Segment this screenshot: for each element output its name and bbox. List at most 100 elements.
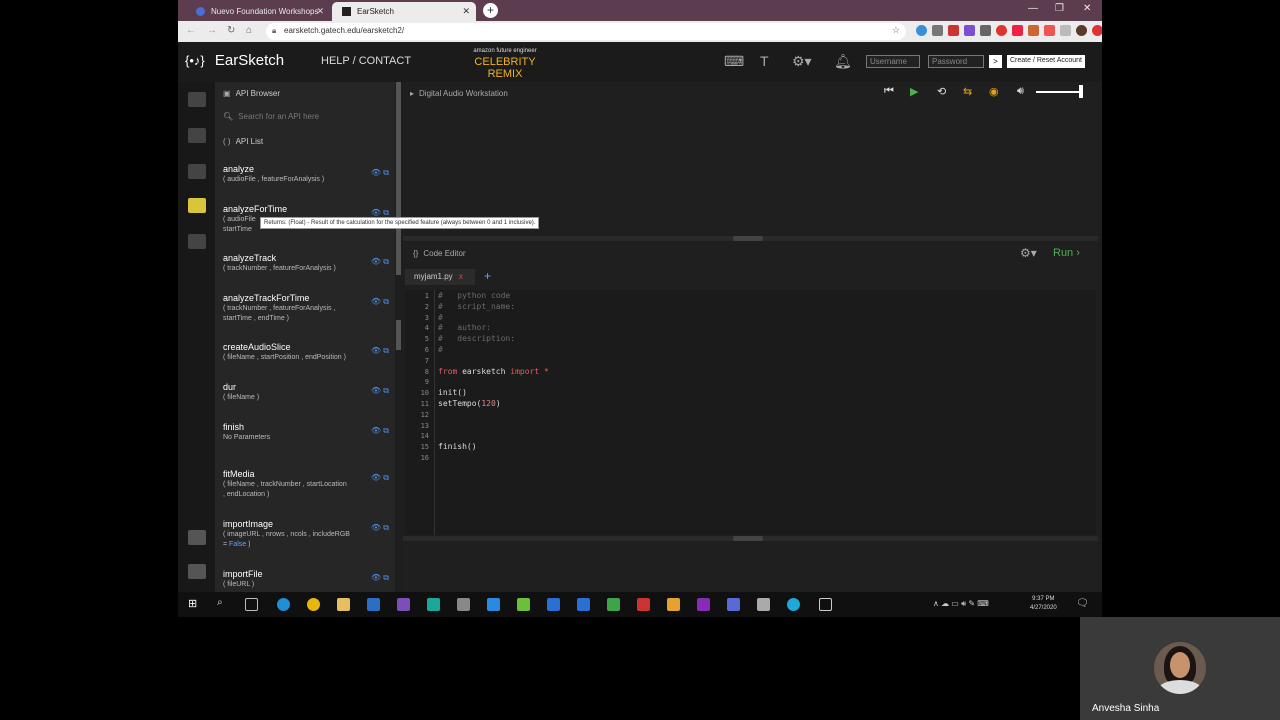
edge-dev-icon[interactable]: [787, 598, 800, 611]
close-tab-icon[interactable]: ✕: [316, 6, 324, 17]
volume-icon[interactable]: 🔊︎: [1017, 85, 1024, 98]
sounds-browser-icon[interactable]: [188, 92, 206, 107]
login-button[interactable]: >: [989, 55, 1002, 68]
api-action-icons[interactable]: 👁︎ ⧉: [371, 297, 389, 307]
api-action-icons[interactable]: 👁︎ ⧉: [371, 573, 389, 583]
editor-settings-gear-icon[interactable]: ⚙▾: [1020, 246, 1037, 260]
file-explorer-icon[interactable]: [337, 598, 350, 611]
api-item-dur[interactable]: dur ( fileName ) 👁︎ ⧉: [223, 382, 393, 402]
help-contact-link[interactable]: HELP / CONTACT: [321, 55, 411, 67]
extension-icon[interactable]: [948, 25, 959, 36]
minimize-icon[interactable]: —: [1028, 3, 1038, 14]
play-icon[interactable]: ▶: [910, 85, 918, 98]
visual-studio-icon[interactable]: [397, 598, 410, 611]
api-browser-icon[interactable]: [188, 198, 206, 213]
edge-icon[interactable]: [277, 598, 290, 611]
restore-icon[interactable]: ❐: [1055, 3, 1064, 14]
forward-icon[interactable]: →: [207, 25, 217, 36]
api-item-analyzetrackfortime[interactable]: analyzeTrackForTime ( trackNumber , feat…: [223, 293, 393, 323]
close-window-icon[interactable]: ✕: [1083, 3, 1091, 14]
extension-icon[interactable]: [1044, 25, 1055, 36]
app-icon[interactable]: [607, 598, 620, 611]
notification-bell-icon[interactable]: 🔔︎: [834, 53, 852, 70]
scrollbar-thumb[interactable]: [396, 82, 401, 275]
api-action-icons[interactable]: 👁︎ ⧉: [371, 257, 389, 267]
resize-handle[interactable]: [733, 236, 763, 241]
api-item-analyzetrack[interactable]: analyzeTrack ( trackNumber , featureForA…: [223, 253, 393, 273]
app-icon[interactable]: [637, 598, 650, 611]
password-input[interactable]: Password: [928, 55, 984, 68]
outlook-icon[interactable]: [367, 598, 380, 611]
editor-console-divider[interactable]: [403, 536, 1098, 541]
system-tray[interactable]: ∧ ☁ ▭ 🔊︎ ✎ ⌨: [933, 599, 989, 609]
vscode-icon[interactable]: [487, 598, 500, 611]
curriculum-book-icon[interactable]: [188, 234, 206, 249]
celebrity-remix-link[interactable]: amazon future engineer CELEBRITY REMIX: [459, 48, 551, 80]
rewind-icon[interactable]: ⏮: [884, 85, 894, 98]
run-button[interactable]: Run ›: [1053, 247, 1080, 259]
extension-icon[interactable]: [1012, 25, 1023, 36]
api-browser-scrollbar[interactable]: [396, 82, 401, 592]
app-icon[interactable]: [577, 598, 590, 611]
volume-slider-track[interactable]: [1036, 91, 1081, 93]
daw-title[interactable]: ▸ Digital Audio Workstation: [410, 89, 508, 98]
api-item-importimage[interactable]: importImage ( imageURL , nrows , ncols ,…: [223, 519, 393, 549]
add-file-icon[interactable]: +: [484, 269, 491, 283]
api-search-input[interactable]: 🔍︎ Search for an API here: [223, 112, 319, 121]
url-input[interactable]: 🔒︎ earsketch.gatech.edu/earsketch2/ ☆: [266, 23, 906, 40]
extension-icon[interactable]: [916, 25, 927, 36]
app-icon[interactable]: [757, 598, 770, 611]
api-action-icons[interactable]: 👁︎ ⧉: [371, 473, 389, 483]
metronome-icon[interactable]: ◉: [989, 85, 999, 98]
extension-icon[interactable]: [980, 25, 991, 36]
app-icon[interactable]: [517, 598, 530, 611]
shared-scripts-icon[interactable]: [188, 164, 206, 179]
create-reset-account-button[interactable]: Create / Reset Account: [1007, 55, 1085, 68]
terminal-icon[interactable]: [819, 598, 832, 611]
scripts-browser-icon[interactable]: [188, 128, 206, 143]
extension-icon[interactable]: [964, 25, 975, 36]
bookmark-star-icon[interactable]: ☆: [892, 25, 900, 36]
notifications-icon[interactable]: 🗨︎: [1076, 598, 1089, 609]
api-action-icons[interactable]: 👁︎ ⧉: [371, 346, 389, 356]
extension-icon[interactable]: [996, 25, 1007, 36]
api-item-importfile[interactable]: importFile ( fileURL ) 👁︎ ⧉: [223, 569, 393, 589]
extension-icon[interactable]: [932, 25, 943, 36]
reload-icon[interactable]: ↻: [227, 25, 235, 36]
twitter-icon[interactable]: [188, 564, 206, 579]
app-icon[interactable]: [427, 598, 440, 611]
api-list-header[interactable]: ( ) API List: [223, 137, 263, 146]
powershell-icon[interactable]: [547, 598, 560, 611]
new-tab-icon[interactable]: +: [483, 3, 498, 18]
close-tab-icon[interactable]: ✕: [462, 6, 470, 17]
resize-handle[interactable]: [733, 536, 763, 541]
search-icon[interactable]: ⌕: [217, 597, 230, 610]
api-action-icons[interactable]: 👁︎ ⧉: [371, 386, 389, 396]
extension-icon[interactable]: [1028, 25, 1039, 36]
api-item-finish[interactable]: finish No Parameters 👁︎ ⧉: [223, 422, 393, 442]
keyboard-icon[interactable]: ⌨: [724, 53, 744, 70]
app-icon[interactable]: [457, 598, 470, 611]
chrome-icon[interactable]: [307, 598, 320, 611]
app-icon[interactable]: [667, 598, 680, 611]
api-action-icons[interactable]: 👁︎ ⧉: [371, 426, 389, 436]
profile-avatar-icon[interactable]: [1076, 25, 1087, 36]
earsketch-logo[interactable]: {•♪} EarSketch: [185, 52, 284, 69]
browser-tab-nuevo[interactable]: Nuevo Foundation Workshops ✕: [186, 2, 330, 21]
volume-slider-handle[interactable]: [1079, 85, 1083, 98]
loop-icon[interactable]: ⟲: [937, 85, 946, 98]
extension-icon[interactable]: [1060, 25, 1071, 36]
windows-start-icon[interactable]: ⊞: [188, 597, 201, 610]
teams-icon[interactable]: [727, 598, 740, 611]
home-icon[interactable]: ⌂: [246, 25, 252, 36]
api-action-icons[interactable]: 👁︎ ⧉: [371, 168, 389, 178]
back-icon[interactable]: ←: [186, 25, 196, 36]
facebook-icon[interactable]: [188, 530, 206, 545]
close-file-icon[interactable]: x: [459, 272, 463, 281]
extension-icon[interactable]: [1092, 25, 1102, 36]
browser-tab-earsketch[interactable]: EarSketch ✕: [332, 2, 476, 21]
api-item-analyze[interactable]: analyze ( audioFile , featureForAnalysis…: [223, 164, 393, 184]
font-size-icon[interactable]: T: [760, 53, 769, 69]
username-input[interactable]: Username: [866, 55, 920, 68]
file-tab-myjam1[interactable]: myjam1.py x: [405, 269, 475, 285]
